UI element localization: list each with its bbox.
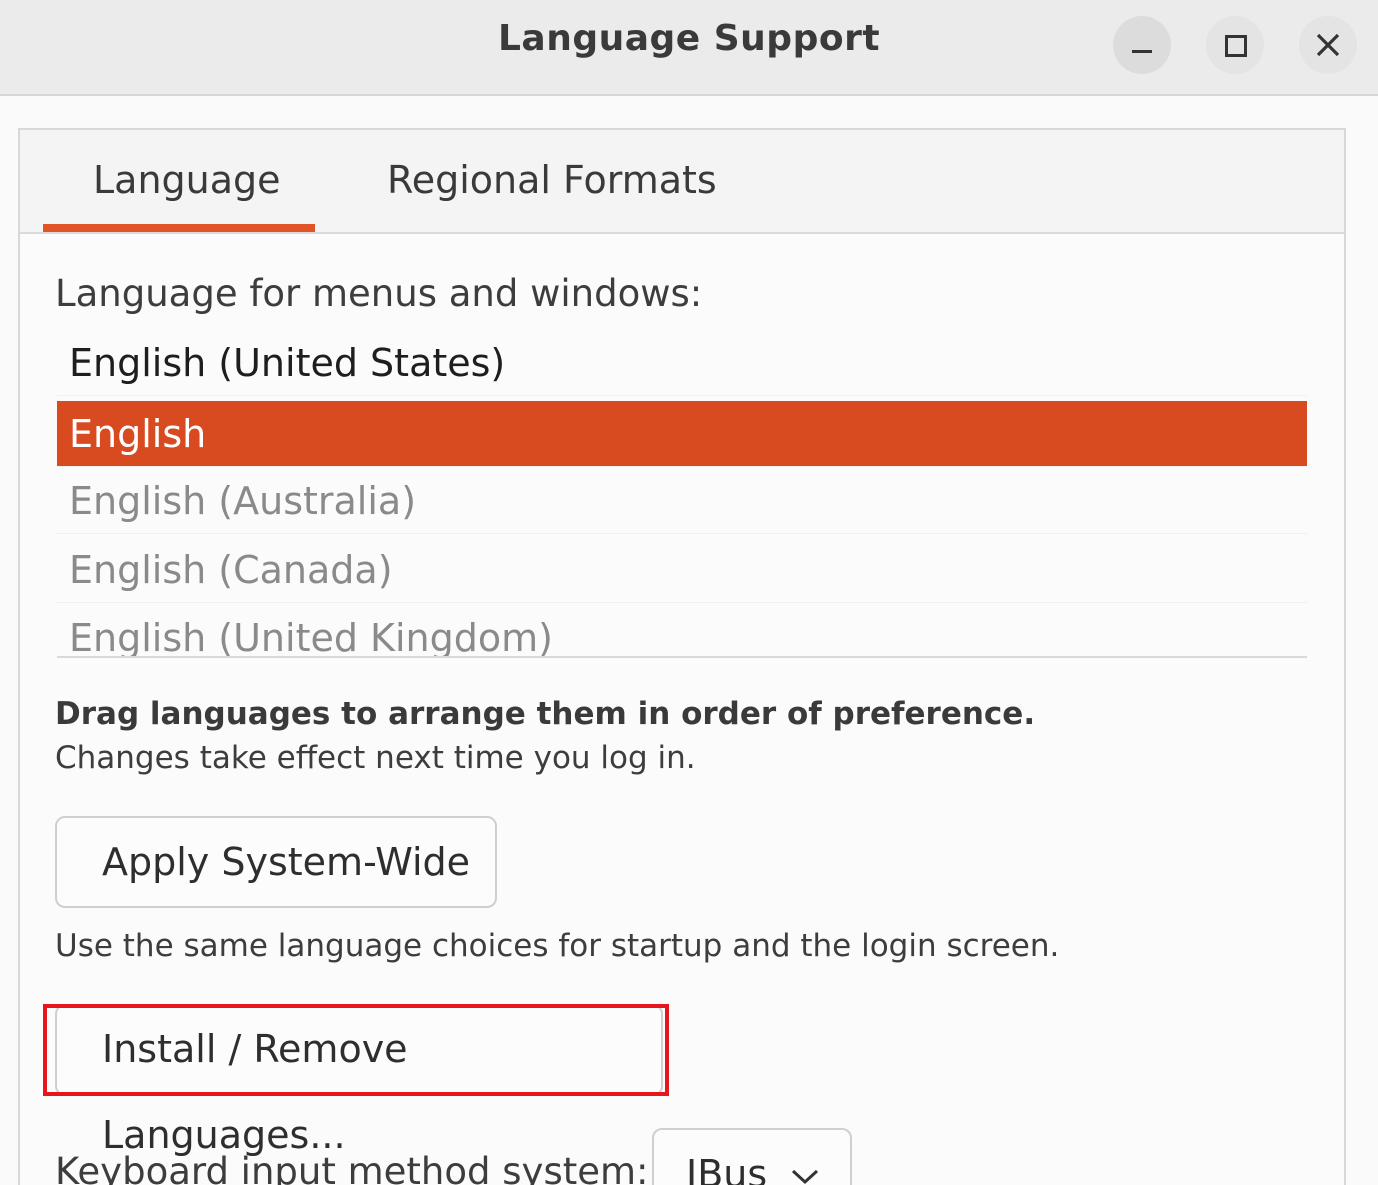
highlight-annotation [43, 1004, 669, 1096]
language-support-window: Language Support Language Regional Forma… [0, 0, 1378, 1185]
maximize-icon [1225, 35, 1247, 57]
tab-bar: Language Regional Formats [20, 130, 1344, 234]
minimize-icon [1132, 50, 1152, 53]
language-item[interactable]: English (United States) [57, 330, 1307, 396]
language-item-selected[interactable]: English [57, 401, 1307, 467]
tab-regional-formats[interactable]: Regional Formats [387, 158, 717, 202]
chevron-down-icon [791, 1169, 819, 1185]
minimize-button[interactable] [1113, 16, 1171, 74]
keyboard-input-method-dropdown[interactable]: IBus [652, 1128, 852, 1185]
window-title: Language Support [497, 18, 881, 59]
language-section-label: Language for menus and windows: [55, 272, 703, 315]
login-hint: Changes take effect next time you log in… [55, 740, 696, 776]
apply-description: Use the same language choices for startu… [55, 928, 1060, 964]
language-list[interactable]: English (United States) English English … [57, 328, 1307, 658]
tab-language[interactable]: Language [93, 158, 281, 202]
keyboard-input-label: Keyboard input method system: [55, 1150, 649, 1185]
language-item[interactable]: English (United Kingdom) [57, 605, 1307, 658]
active-tab-indicator [43, 224, 315, 232]
title-bar[interactable]: Language Support [0, 0, 1378, 96]
close-icon [1316, 33, 1340, 57]
close-button[interactable] [1299, 16, 1357, 74]
apply-system-wide-button[interactable]: Apply System-Wide [55, 816, 497, 908]
language-item[interactable]: English (Canada) [57, 537, 1307, 603]
notebook: Language Regional Formats Language for m… [18, 128, 1346, 1185]
drag-hint: Drag languages to arrange them in order … [55, 696, 1036, 732]
dropdown-value: IBus [686, 1152, 768, 1185]
maximize-button[interactable] [1206, 16, 1264, 74]
list-divider [57, 656, 1307, 658]
language-item[interactable]: English (Australia) [57, 468, 1307, 534]
